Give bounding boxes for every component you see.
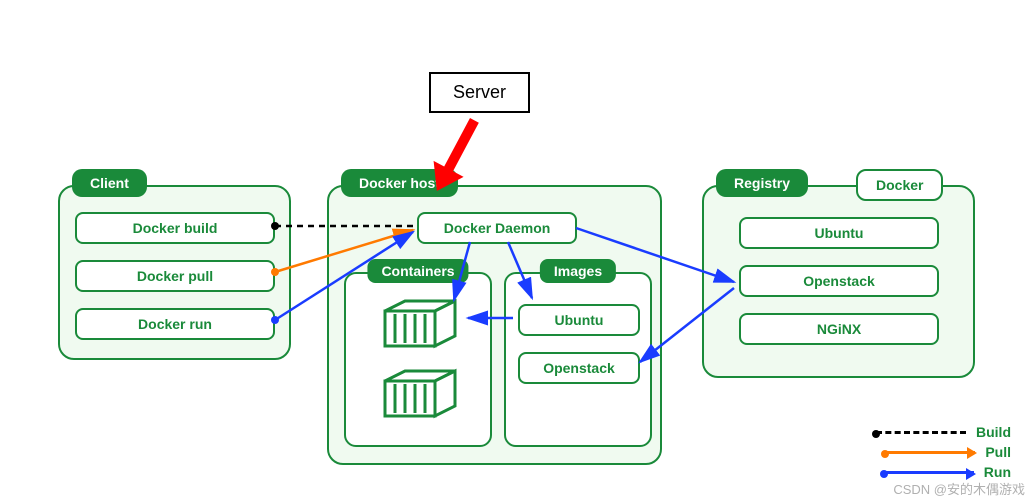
client-title: Client [72, 169, 147, 197]
container-icon [380, 296, 460, 351]
registry-title: Registry [716, 169, 808, 197]
legend-build: Build [876, 424, 1011, 440]
legend-pull: Pull [876, 444, 1011, 460]
server-annotation: Server [429, 72, 530, 113]
legend-build-label: Build [976, 424, 1011, 440]
legend-pull-label: Pull [985, 444, 1011, 460]
legend-run-label: Run [984, 464, 1011, 480]
registry-panel: Registry Docker Ubuntu Openstack NGiNX [702, 185, 975, 378]
legend: Build Pull Run [876, 420, 1011, 484]
image-openstack: Openstack [518, 352, 640, 384]
docker-daemon: Docker Daemon [417, 212, 577, 244]
registry-item-ubuntu: Ubuntu [739, 217, 939, 249]
client-cmd-run: Docker run [75, 308, 275, 340]
images-title: Images [540, 259, 616, 283]
client-cmd-build: Docker build [75, 212, 275, 244]
container-icon [380, 366, 460, 421]
host-title: Docker host [341, 169, 458, 197]
client-panel: Client Docker build Docker pull Docker r… [58, 185, 291, 360]
image-ubuntu: Ubuntu [518, 304, 640, 336]
images-panel: Images Ubuntu Openstack [504, 272, 652, 447]
client-cmd-pull: Docker pull [75, 260, 275, 292]
watermark: CSDN @安的木偶游戏 [893, 479, 1025, 498]
containers-panel: Containers [344, 272, 492, 447]
registry-item-nginx: NGiNX [739, 313, 939, 345]
containers-title: Containers [367, 259, 468, 283]
legend-run: Run [876, 464, 1011, 480]
registry-item-openstack: Openstack [739, 265, 939, 297]
host-panel: Docker host Docker Daemon Containers [327, 185, 662, 465]
registry-subtitle: Docker [856, 169, 943, 201]
